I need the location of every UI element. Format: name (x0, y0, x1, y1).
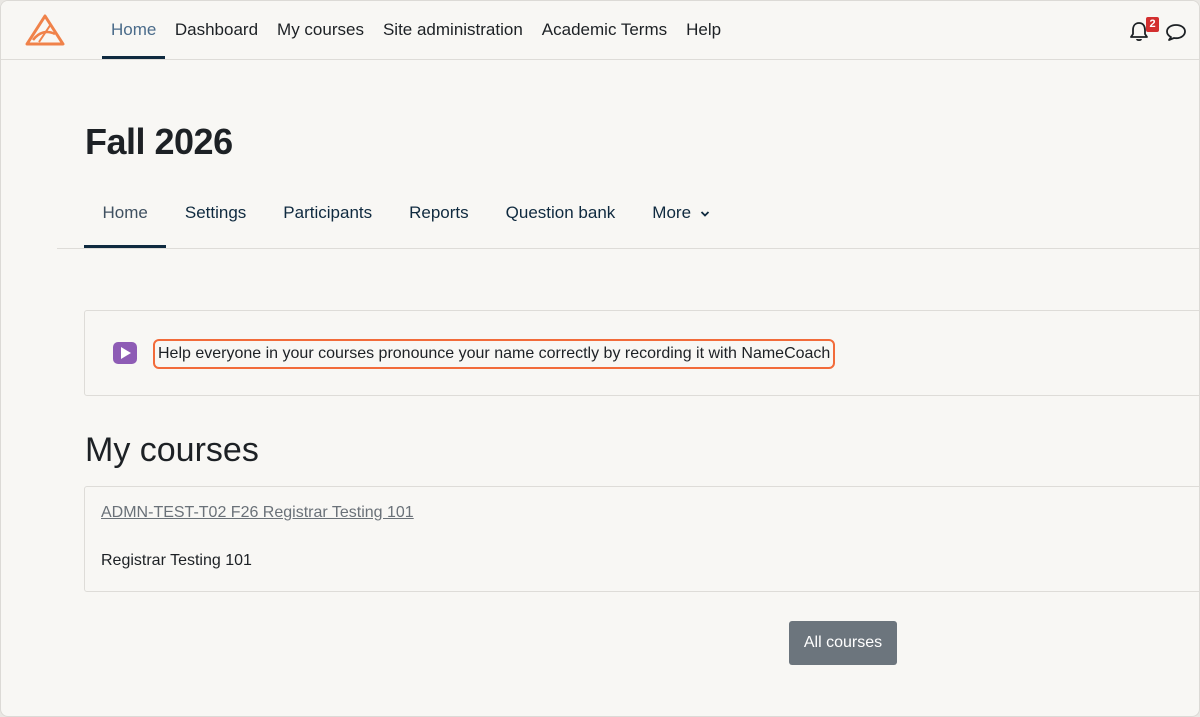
namecoach-link[interactable]: Help everyone in your courses pronounce … (153, 339, 836, 369)
top-navbar: Home Dashboard My courses Site administr… (1, 1, 1199, 60)
tab-settings[interactable]: Settings (166, 189, 264, 248)
namecoach-notice: Help everyone in your courses pronounce … (84, 310, 1199, 396)
chevron-down-icon (700, 210, 709, 217)
browser-viewport: Home Dashboard My courses Site administr… (0, 0, 1200, 717)
tab-participants[interactable]: Participants (265, 189, 391, 248)
nav-site-administration[interactable]: Site administration (373, 1, 532, 59)
all-courses-button[interactable]: All courses (789, 621, 897, 665)
nav-my-courses[interactable]: My courses (268, 1, 374, 59)
course-card: ADMN-TEST-T02 F26 Registrar Testing 101 … (84, 486, 1199, 592)
course-secondary-navigation: Home Settings Participants Reports Quest… (57, 189, 1199, 249)
nav-dashboard[interactable]: Dashboard (165, 1, 267, 59)
my-courses-heading: My courses (85, 431, 259, 469)
nav-help[interactable]: Help (677, 1, 731, 59)
notification-count-badge: 2 (1146, 17, 1159, 32)
tab-more[interactable]: More (634, 189, 728, 248)
tab-question-bank[interactable]: Question bank (487, 189, 634, 248)
tab-more-label: More (652, 203, 692, 222)
chat-icon[interactable] (1165, 22, 1187, 42)
tab-reports[interactable]: Reports (391, 189, 488, 248)
nav-home[interactable]: Home (102, 1, 166, 59)
page-title: Fall 2026 (85, 121, 233, 162)
play-icon (113, 342, 137, 364)
course-name: Registrar Testing 101 (101, 552, 252, 569)
nav-academic-terms[interactable]: Academic Terms (532, 1, 676, 59)
logo-icon[interactable] (25, 14, 65, 46)
primary-navigation: Home Dashboard My courses Site administr… (102, 1, 731, 59)
tab-home[interactable]: Home (84, 189, 167, 248)
course-link[interactable]: ADMN-TEST-T02 F26 Registrar Testing 101 (101, 504, 414, 522)
